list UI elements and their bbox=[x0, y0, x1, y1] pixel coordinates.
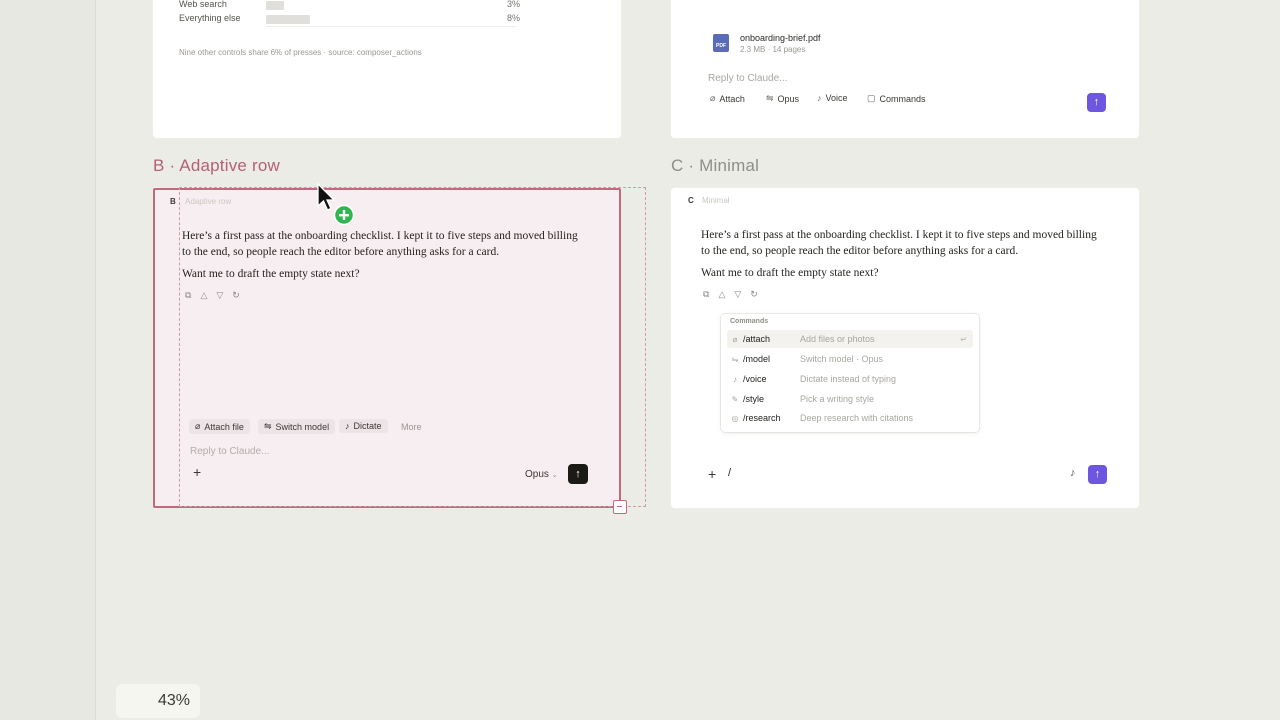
retry-icon[interactable]: ↻ bbox=[232, 290, 240, 301]
card-b-adaptive-row[interactable]: B Adaptive row Here’s a first pass at th… bbox=[153, 188, 621, 508]
paperclip-icon: ⌀ bbox=[710, 93, 716, 103]
dictate-chip[interactable]: ♪ Dictate bbox=[339, 419, 388, 433]
chevron-down-icon: ⌄ bbox=[551, 472, 558, 479]
return-key-icon: ↵ bbox=[960, 334, 967, 344]
menu-item-attach[interactable]: ⌀ /attach Add files or photos ↵ bbox=[727, 330, 973, 348]
model-selector[interactable]: Opus ⌄ bbox=[525, 469, 558, 480]
sliders-icon: ⇋ bbox=[731, 354, 739, 364]
menu-item-model[interactable]: ⇋ /model Switch model · Opus bbox=[727, 350, 973, 368]
attachment-meta: 2.3 MB · 14 pages bbox=[740, 45, 806, 54]
card-label: Adaptive row bbox=[185, 197, 232, 206]
card-top-right: PDF onboarding-brief.pdf 2.3 MB · 14 pag… bbox=[671, 0, 1139, 138]
chart-row-value: 8% bbox=[507, 13, 521, 23]
reply-input[interactable]: Reply to Claude... bbox=[190, 446, 270, 457]
switch-model-chip[interactable]: ⇋ Switch model bbox=[258, 419, 336, 434]
sliders-icon: ⇋ bbox=[766, 93, 774, 103]
chart-row-value: 3% bbox=[507, 0, 521, 9]
thumbs-up-icon[interactable]: △ bbox=[200, 290, 207, 301]
resize-handle[interactable] bbox=[613, 500, 627, 514]
chart-row-bar bbox=[266, 1, 284, 10]
globe-icon: ◎ bbox=[731, 413, 739, 423]
menu-item-research[interactable]: ◎ /research Deep research with citations bbox=[727, 409, 973, 427]
message-actions: ⧉ △ ▽ ↻ bbox=[185, 290, 240, 301]
section-b-title: B · Adaptive row bbox=[153, 156, 280, 175]
paperclip-icon: ⌀ bbox=[732, 334, 738, 344]
chart-row-label: Everything else bbox=[179, 13, 241, 23]
voice-button[interactable]: ♪ Voice bbox=[817, 93, 848, 103]
menu-title: Commands bbox=[730, 318, 769, 325]
chart-row-bar bbox=[266, 15, 310, 24]
menu-item-voice[interactable]: ♪ /voice Dictate instead of typing bbox=[727, 370, 973, 388]
thumbs-up-icon[interactable]: △ bbox=[718, 289, 725, 300]
chart-axis-line bbox=[266, 26, 516, 27]
commands-menu: Commands ⌀ /attach Add files or photos ↵… bbox=[721, 314, 979, 432]
copy-icon[interactable]: ⧉ bbox=[185, 290, 191, 301]
sliders-icon: ⇋ bbox=[264, 421, 272, 431]
copy-icon[interactable]: ⧉ bbox=[703, 289, 709, 300]
composer-input[interactable]: / bbox=[728, 467, 731, 479]
thumbs-down-icon[interactable]: ▽ bbox=[216, 290, 223, 301]
send-button[interactable]: ↑ bbox=[1088, 465, 1107, 484]
assistant-message: Here’s a first pass at the onboarding ch… bbox=[182, 230, 578, 258]
send-button[interactable]: ↑ bbox=[1087, 93, 1106, 112]
assistant-message: Here’s a first pass at the onboarding ch… bbox=[701, 229, 1097, 257]
more-button[interactable]: More bbox=[401, 422, 422, 432]
pen-icon: ✎ bbox=[731, 394, 739, 404]
paperclip-icon: ⌀ bbox=[195, 421, 201, 431]
microphone-icon: ♪ bbox=[733, 374, 737, 384]
microphone-icon: ♪ bbox=[345, 421, 350, 431]
chart-footnote: Nine other controls share 6% of presses … bbox=[179, 48, 422, 57]
chart-row-label: Web search bbox=[179, 0, 227, 9]
add-badge-icon bbox=[333, 204, 355, 226]
microphone-icon: ♪ bbox=[817, 93, 822, 103]
card-badge: C bbox=[688, 196, 694, 205]
attach-file-chip[interactable]: ⌀ Attach file bbox=[189, 419, 250, 434]
plus-button[interactable]: + bbox=[708, 466, 716, 482]
reply-input[interactable]: Reply to Claude... bbox=[708, 73, 788, 84]
attachment-name[interactable]: onboarding-brief.pdf bbox=[740, 33, 821, 43]
zoom-level[interactable]: 43% bbox=[116, 684, 200, 718]
thumbs-down-icon[interactable]: ▽ bbox=[734, 289, 741, 300]
card-label: Minimal bbox=[702, 196, 730, 205]
menu-item-style[interactable]: ✎ /style Pick a writing style bbox=[727, 390, 973, 408]
left-sidebar bbox=[0, 0, 96, 720]
command-icon: ▢ bbox=[867, 93, 876, 103]
attach-button[interactable]: ⌀ Attach bbox=[710, 93, 745, 104]
microphone-icon[interactable]: ♪ bbox=[1070, 467, 1076, 479]
plus-button[interactable]: + bbox=[193, 464, 201, 480]
card-a: Web search 3% Everything else 8% Nine ot… bbox=[153, 0, 621, 138]
pdf-file-icon: PDF bbox=[713, 34, 729, 52]
commands-button[interactable]: ▢ Commands bbox=[867, 93, 926, 104]
model-button[interactable]: ⇋ Opus bbox=[766, 93, 799, 104]
send-button[interactable]: ↑ bbox=[568, 464, 588, 484]
message-actions: ⧉ △ ▽ ↻ bbox=[703, 289, 758, 300]
section-c-title: C · Minimal bbox=[671, 156, 760, 175]
card-badge: B bbox=[170, 197, 176, 206]
assistant-question: Want me to draft the empty state next? bbox=[182, 268, 360, 280]
retry-icon[interactable]: ↻ bbox=[750, 289, 758, 300]
assistant-question: Want me to draft the empty state next? bbox=[701, 267, 879, 279]
